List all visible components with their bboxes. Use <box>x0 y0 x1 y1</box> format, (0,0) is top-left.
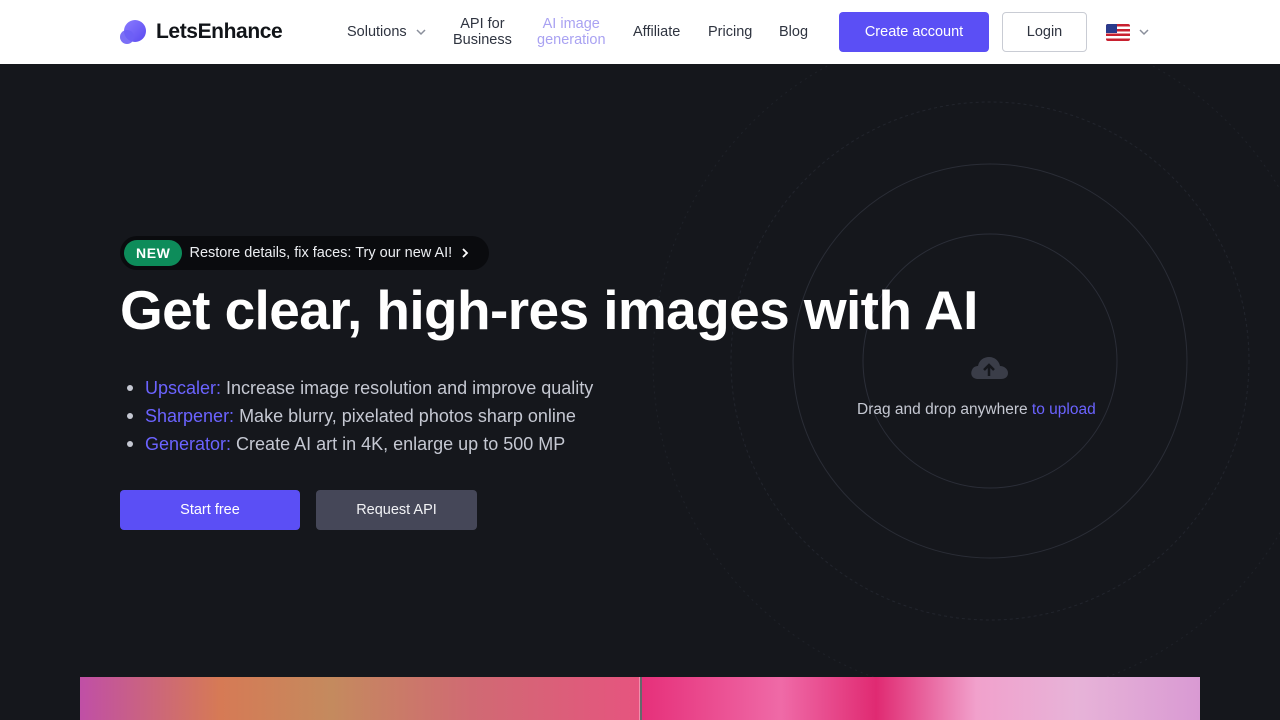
bullet-icon <box>127 413 133 419</box>
bullet-icon <box>127 441 133 447</box>
login-button[interactable]: Login <box>1002 12 1087 52</box>
nav-pricing-label: Pricing <box>708 24 753 40</box>
preview-before-image <box>80 677 640 720</box>
brand-name: LetsEnhance <box>156 20 283 43</box>
nav-blog-label: Blog <box>779 24 809 40</box>
feature-generator: Generator: Create AI art in 4K, enlarge … <box>120 430 593 458</box>
new-feature-badge[interactable]: NEW Restore details, fix faces: Try our … <box>120 236 489 270</box>
nav-solutions[interactable]: Solutions <box>347 0 427 64</box>
nav-api-line1: API for <box>460 16 505 32</box>
feature-text: Create AI art in 4K, enlarge up to 500 M… <box>231 434 566 454</box>
feature-sharpener: Sharpener: Make blurry, pixelated photos… <box>120 402 593 430</box>
chevron-down-icon <box>1139 29 1149 36</box>
feature-key[interactable]: Generator: <box>145 434 231 454</box>
preview-after-image <box>642 677 1200 720</box>
nav-api-line2: Business <box>453 32 512 48</box>
feature-key[interactable]: Upscaler: <box>145 378 221 398</box>
upload-hint: Drag and drop anywhere to upload <box>857 401 1096 419</box>
bullet-icon <box>127 385 133 391</box>
badge-text: Restore details, fix faces: Try our new … <box>189 245 453 261</box>
nav-ai-line1: AI image <box>542 16 600 32</box>
before-after-preview <box>80 677 1200 720</box>
cloud-upload-icon[interactable] <box>968 352 1010 382</box>
language-selector[interactable] <box>1106 20 1150 44</box>
start-free-button[interactable]: Start free <box>120 490 300 530</box>
logo-mark-icon <box>120 18 148 46</box>
nav-ai-line2: generation <box>537 32 606 48</box>
chevron-down-icon <box>416 29 426 36</box>
chevron-right-icon <box>462 248 469 258</box>
top-navigation-bar: LetsEnhance Solutions API for Business A… <box>0 0 1280 64</box>
nav-api-for-business[interactable]: API for Business <box>453 0 512 64</box>
feature-list: Upscaler: Increase image resolution and … <box>120 374 593 458</box>
nav-ai-image-generation[interactable]: AI image generation <box>537 0 606 64</box>
nav-solutions-label: Solutions <box>347 24 407 40</box>
us-flag-icon <box>1106 23 1130 41</box>
hero-title: Get clear, high-res images with AI <box>120 279 978 341</box>
feature-text: Increase image resolution and improve qu… <box>221 378 594 398</box>
create-account-button[interactable]: Create account <box>839 12 989 52</box>
upload-hint-text: Drag and drop anywhere <box>857 401 1032 418</box>
feature-text: Make blurry, pixelated photos sharp onli… <box>234 406 576 426</box>
feature-key[interactable]: Sharpener: <box>145 406 234 426</box>
nav-blog[interactable]: Blog <box>779 0 808 64</box>
request-api-button[interactable]: Request API <box>316 490 477 530</box>
new-label: NEW <box>124 240 183 266</box>
feature-upscaler: Upscaler: Increase image resolution and … <box>120 374 593 402</box>
nav-pricing[interactable]: Pricing <box>708 0 752 64</box>
brand-logo[interactable]: LetsEnhance <box>120 17 283 47</box>
nav-affiliate-label: Affiliate <box>633 24 681 40</box>
upload-link[interactable]: to upload <box>1032 401 1096 418</box>
nav-affiliate[interactable]: Affiliate <box>633 0 680 64</box>
